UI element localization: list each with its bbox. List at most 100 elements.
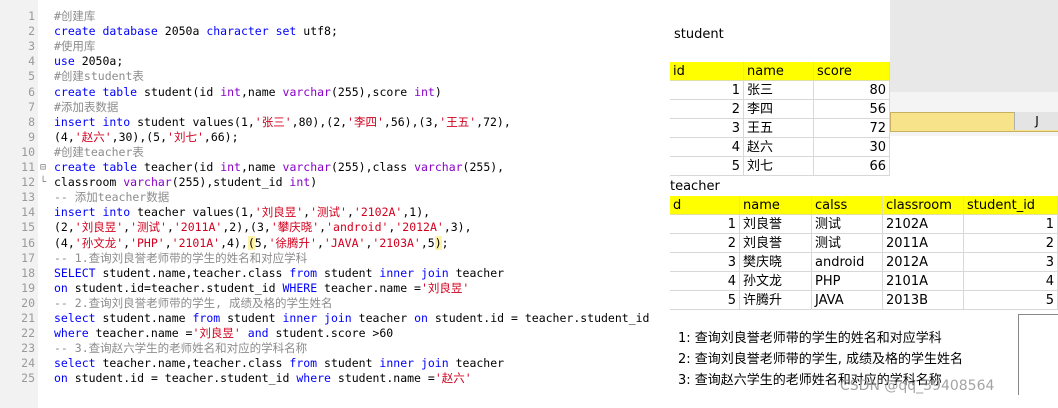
fold-collapse-icon[interactable]: ⊟ (40, 160, 49, 175)
code-token: teacher.name = (324, 280, 421, 295)
code-text: -- 添加teacher数据 (54, 190, 169, 205)
table-cell[interactable]: 2 (670, 234, 740, 253)
code-line[interactable]: 13 -- 添加teacher数据 (0, 190, 670, 205)
table-cell[interactable]: 1 (670, 81, 744, 100)
code-line[interactable]: 1 #创建库 (0, 9, 670, 24)
table-cell[interactable]: 张三 (744, 81, 814, 100)
table-cell[interactable]: 刘良誉 (740, 215, 812, 234)
table-cell[interactable]: 测试 (812, 234, 883, 253)
table-cell[interactable]: 1 (964, 215, 1058, 234)
table-cell[interactable]: 56 (814, 100, 890, 119)
code-line[interactable]: 9 (4,'赵六',30),(5,'刘七',66); (0, 130, 670, 145)
code-text: select student.name from student inner j… (54, 311, 649, 326)
code-token: , (346, 205, 354, 220)
code-token: '攀庆晓' (270, 220, 320, 235)
code-line[interactable]: 19 on student.id=teacher.student_id WHERE… (0, 281, 670, 296)
student-sheet-title: student (674, 27, 724, 42)
table-cell[interactable]: 2 (964, 234, 1058, 253)
code-line[interactable]: 14 insert into teacher values(1,'刘良昱','测试… (0, 205, 670, 220)
code-line[interactable]: 23 -- 3.查询赵六学生的老师姓名和对应的学科名称 (0, 341, 670, 356)
code-token: ,72), (476, 114, 511, 129)
table-cell[interactable]: 测试 (812, 215, 883, 234)
code-line[interactable]: 3 #使用库 (0, 39, 670, 54)
code-token: student(id (144, 84, 221, 99)
table-cell[interactable]: 1 (670, 215, 740, 234)
table-cell[interactable]: 4 (670, 272, 740, 291)
table-cell[interactable]: 4 (964, 272, 1058, 291)
table-cell[interactable]: 孙文龙 (740, 272, 812, 291)
table-cell[interactable]: 2011A (883, 234, 964, 253)
code-line[interactable]: 12 └ classroom varchar(255),student_id int… (0, 175, 670, 190)
code-line[interactable]: 24 select teacher.name,teacher.class from… (0, 356, 670, 371)
table-cell[interactable]: 5 (964, 291, 1058, 310)
code-token: where (54, 326, 96, 341)
column-header-j[interactable]: J (1014, 112, 1058, 130)
code-token: on (54, 280, 75, 295)
code-line[interactable]: 6 create table student(id int,name varcha… (0, 85, 670, 100)
code-line[interactable]: 8 insert into student values(1,'张三',80),(… (0, 115, 670, 130)
table-cell[interactable]: 2 (670, 100, 744, 119)
code-token: ( (247, 235, 255, 250)
code-line[interactable]: 25 on student.id = teacher.student_id whe… (0, 371, 670, 386)
table-cell[interactable]: 2102A (883, 215, 964, 234)
code-token: student values(1, (137, 114, 255, 129)
table-cell[interactable]: 王五 (744, 119, 814, 138)
table-cell[interactable]: 2101A (883, 272, 964, 291)
code-token: ,80),(2, (291, 114, 348, 129)
code-line[interactable]: 15 (2,'刘良昱','测试','2011A',2),(3,'攀庆晓','and… (0, 220, 670, 235)
table-cell[interactable]: 72 (814, 119, 890, 138)
table-cell[interactable]: 5 (670, 291, 740, 310)
table-cell[interactable]: 李四 (744, 100, 814, 119)
code-token: varchar (414, 160, 463, 174)
code-line[interactable]: 16 (4,'孙文龙','PHP','2101A',4),(5,'徐腾升','JA… (0, 235, 670, 251)
table-cell[interactable]: 许腾升 (740, 291, 812, 310)
code-token: (255),student_id (171, 175, 290, 190)
table-cell[interactable]: 赵六 (744, 138, 814, 157)
table-cell[interactable]: 刘七 (744, 157, 814, 176)
code-line[interactable]: 17 -- 1.查询刘良誉老师带的学生的姓名和对应学科 (0, 251, 670, 266)
table-cell[interactable]: JAVA (812, 291, 883, 310)
code-token: on (54, 371, 75, 386)
code-text: on student.id = teacher.student_id where… (54, 371, 472, 386)
table-cell[interactable]: 樊庆晓 (740, 253, 812, 272)
code-line[interactable]: 18 SELECT student.name,teacher.class from… (0, 266, 670, 281)
table-cell[interactable]: 2012A (883, 253, 964, 272)
code-token: int (220, 160, 241, 174)
table-cell[interactable]: 80 (814, 81, 890, 100)
code-line[interactable]: 10 #创建teacher表 (0, 145, 670, 160)
table-cell[interactable]: android (812, 253, 883, 272)
code-line[interactable]: 2 create database 2050a character set utf… (0, 24, 670, 39)
line-number: 18 (21, 265, 35, 280)
code-line[interactable]: 22 where teacher.name ='刘良昱' and student.… (0, 326, 670, 341)
table-cell[interactable]: 5 (670, 157, 744, 176)
table-cell[interactable]: 3 (670, 119, 744, 138)
code-line[interactable]: 20 -- 2.查询刘良誉老师带的学生, 成绩及格的学生姓名 (0, 296, 670, 311)
code-line[interactable]: 4 use 2050a; (0, 54, 670, 69)
table-cell[interactable]: 2013B (883, 291, 964, 310)
code-line[interactable]: 21 select student.name from student inner… (0, 311, 670, 326)
table-cell[interactable]: 刘良誉 (740, 234, 812, 253)
sql-code-editor[interactable]: 1 #创建库 2 create database 2050a character se… (0, 0, 670, 408)
code-token: 'PHP' (130, 235, 165, 250)
table-cell[interactable]: 3 (964, 253, 1058, 272)
table-cell[interactable]: 4 (670, 138, 744, 157)
code-token: '孙文龙' (74, 235, 124, 250)
code-line[interactable]: 7 #添加表数据 (0, 100, 670, 115)
line-number: 24 (21, 356, 35, 371)
code-line[interactable]: 5 #创建student表 (0, 69, 670, 84)
line-number: 12 (21, 175, 35, 190)
table-cell[interactable]: 3 (670, 253, 740, 272)
table-cell[interactable]: 66 (814, 157, 890, 176)
code-text: #使用库 (54, 39, 95, 54)
code-token: varchar (123, 175, 172, 190)
code-token: ,5 (420, 235, 435, 250)
code-text: create database 2050a character set utf8… (54, 24, 338, 39)
code-token: where (296, 371, 338, 386)
line-number: 7 (28, 99, 35, 114)
code-line[interactable]: 11 ⊟ create table teacher(id int,name varc… (0, 160, 670, 175)
code-token: teacher (358, 311, 415, 325)
code-text: (2,'刘良昱','测试','2011A',2),(3,'攀庆晓','andro… (54, 220, 472, 235)
table-cell[interactable]: 30 (814, 138, 890, 157)
code-text: insert into student values(1,'张三',80),(2… (54, 115, 511, 130)
table-cell[interactable]: PHP (812, 272, 883, 291)
